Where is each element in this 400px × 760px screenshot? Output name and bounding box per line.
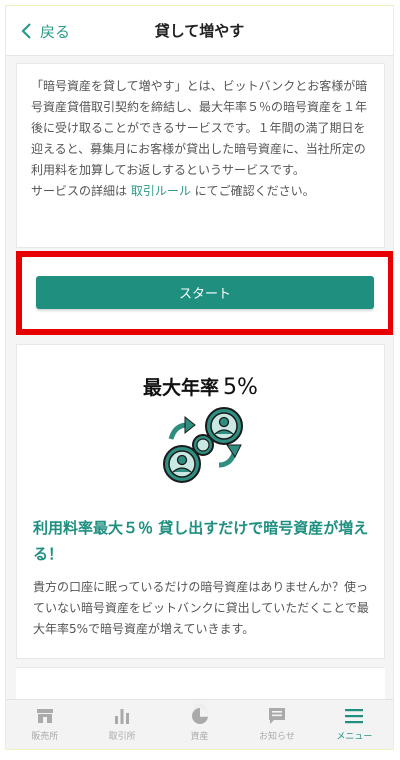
bar-chart-icon bbox=[115, 709, 130, 724]
rate-label: 最大年率 bbox=[143, 377, 220, 399]
tab-notices[interactable]: お知らせ bbox=[238, 700, 315, 749]
bottom-tab-bar: 販売所 取引所 資産 お知らせ メニュー bbox=[6, 699, 393, 749]
menu-icon bbox=[345, 709, 364, 724]
link-prefix: サービスの詳細は bbox=[31, 184, 131, 198]
header: 戻る 貸して増やす bbox=[6, 6, 393, 56]
description-link-line: サービスの詳細は 取引ルール にてご確認ください。 bbox=[31, 181, 370, 202]
trade-rules-link[interactable]: 取引ルール bbox=[131, 184, 191, 198]
tab-exchange[interactable]: 取引所 bbox=[83, 700, 160, 749]
tab-label-store: 販売所 bbox=[31, 732, 59, 742]
start-button[interactable]: スタート bbox=[36, 276, 374, 309]
description-card: 「暗号資産を貸して増やす」とは、ビットバンクとお客様が暗号資産貸借取引契約を締結… bbox=[16, 63, 385, 248]
tab-label-notices: お知らせ bbox=[259, 732, 295, 742]
start-highlight: スタート bbox=[16, 251, 393, 335]
rate-value: 5% bbox=[223, 375, 258, 400]
page-title: 貸して増やす bbox=[154, 22, 245, 40]
tab-label-assets: 資産 bbox=[190, 732, 209, 742]
lending-exchange-icon bbox=[163, 407, 243, 483]
tab-label-menu: メニュー bbox=[336, 732, 373, 742]
pie-chart-icon bbox=[191, 708, 208, 724]
tab-menu[interactable]: メニュー bbox=[316, 700, 393, 749]
feature-card: 最大年率 5% 利用料率最大５％ 貸し出すだけで暗号資産が増える！ 貴方の口座に眠… bbox=[16, 344, 385, 659]
app-frame: 戻る 貸して増やす 「暗号資産を貸して増やす」とは、ビットバンクとお客様が暗号資… bbox=[5, 5, 394, 750]
link-suffix: にてご確認ください。 bbox=[190, 184, 315, 198]
tab-store[interactable]: 販売所 bbox=[6, 700, 83, 749]
message-icon bbox=[268, 708, 285, 724]
store-icon bbox=[36, 709, 53, 723]
tab-label-exchange: 取引所 bbox=[108, 732, 136, 742]
tab-assets[interactable]: 資産 bbox=[161, 700, 238, 749]
feature-heading: 利用料率最大５％ 貸し出すだけで暗号資産が増える！ bbox=[33, 519, 369, 563]
rate-title: 最大年率 5% bbox=[17, 373, 384, 400]
feature-body: 貴方の口座に眠っているだけの暗号資産はありませんか？使っていない暗号資産をビット… bbox=[33, 580, 369, 636]
description-text: 「暗号資産を貸して増やす」とは、ビットバンクとお客様が暗号資産貸借取引契約を締結… bbox=[31, 79, 368, 177]
